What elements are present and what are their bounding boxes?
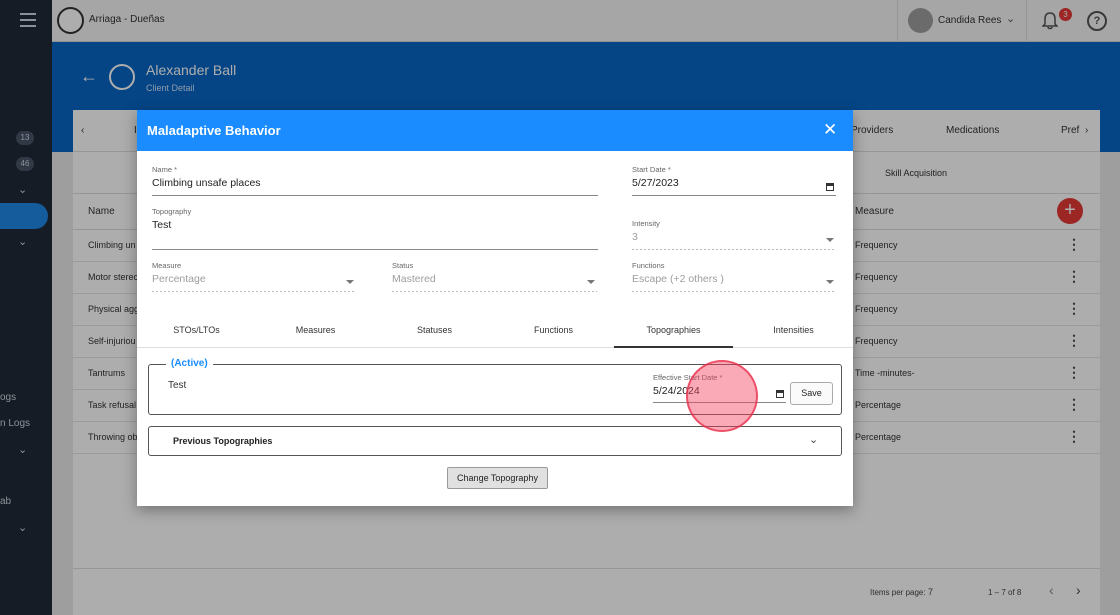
chevron-down-icon[interactable]: ⌄: [809, 433, 818, 446]
start-date-field[interactable]: Start Date * 5/27/2023: [632, 165, 836, 196]
dialog-tabs: STOs/LTOs Measures Statuses Functions To…: [137, 318, 853, 348]
tab-statuses[interactable]: Statuses: [375, 318, 494, 348]
functions-field: Functions Escape (+2 others ): [632, 261, 836, 292]
functions-value: Escape (+2 others ): [632, 273, 724, 285]
intensity-value: 3: [632, 231, 638, 243]
tab-topographies[interactable]: Topographies: [614, 318, 733, 348]
measure-field: Measure Percentage: [152, 261, 356, 292]
tab-stos-ltos[interactable]: STOs/LTOs: [137, 318, 256, 348]
save-button[interactable]: Save: [790, 382, 833, 405]
start-date-value[interactable]: 5/27/2023: [632, 177, 836, 189]
name-label: Name *: [152, 165, 178, 174]
intensity-label: Intensity: [632, 219, 660, 228]
active-legend: (Active): [166, 358, 213, 369]
click-indicator: [686, 360, 758, 432]
topography-label: Topography: [152, 207, 192, 216]
status-field: Status Mastered: [392, 261, 597, 292]
calendar-icon[interactable]: [826, 183, 834, 191]
measure-value: Percentage: [152, 273, 206, 285]
close-icon[interactable]: ✕: [823, 120, 837, 140]
name-value[interactable]: Climbing unsafe places: [152, 177, 598, 189]
active-topography-text: Test: [168, 380, 187, 391]
dropdown-arrow-icon: [826, 280, 834, 284]
dropdown-arrow-icon: [826, 238, 834, 242]
status-value: Mastered: [392, 273, 436, 285]
tab-measures[interactable]: Measures: [256, 318, 375, 348]
tab-functions[interactable]: Functions: [494, 318, 613, 348]
dropdown-arrow-icon: [346, 280, 354, 284]
tab-intensities[interactable]: Intensities: [734, 318, 853, 348]
start-date-label: Start Date *: [632, 165, 671, 174]
app-root: 13 46 ⌄ ⌄ ogs n Logs ⌄ ab ⌄ Arriaga - Du…: [0, 0, 1120, 615]
previous-topographies-panel[interactable]: Previous Topographies ⌄: [148, 426, 842, 456]
previous-topographies-label: Previous Topographies: [173, 436, 273, 446]
functions-label: Functions: [632, 261, 665, 270]
topography-value[interactable]: Test: [152, 219, 598, 231]
change-topography-button[interactable]: Change Topography: [447, 467, 548, 489]
dialog-title: Maladaptive Behavior: [147, 123, 281, 138]
status-label: Status: [392, 261, 414, 270]
name-field[interactable]: Name * Climbing unsafe places: [152, 165, 598, 196]
maladaptive-behavior-dialog: Maladaptive Behavior ✕ Name * Climbing u…: [137, 110, 853, 506]
calendar-icon[interactable]: [776, 390, 784, 398]
dropdown-arrow-icon: [587, 280, 595, 284]
intensity-field: Intensity 3: [632, 219, 836, 250]
dialog-header: Maladaptive Behavior ✕: [137, 110, 853, 151]
topography-field[interactable]: Topography Test: [152, 207, 598, 250]
measure-label: Measure: [152, 261, 182, 270]
